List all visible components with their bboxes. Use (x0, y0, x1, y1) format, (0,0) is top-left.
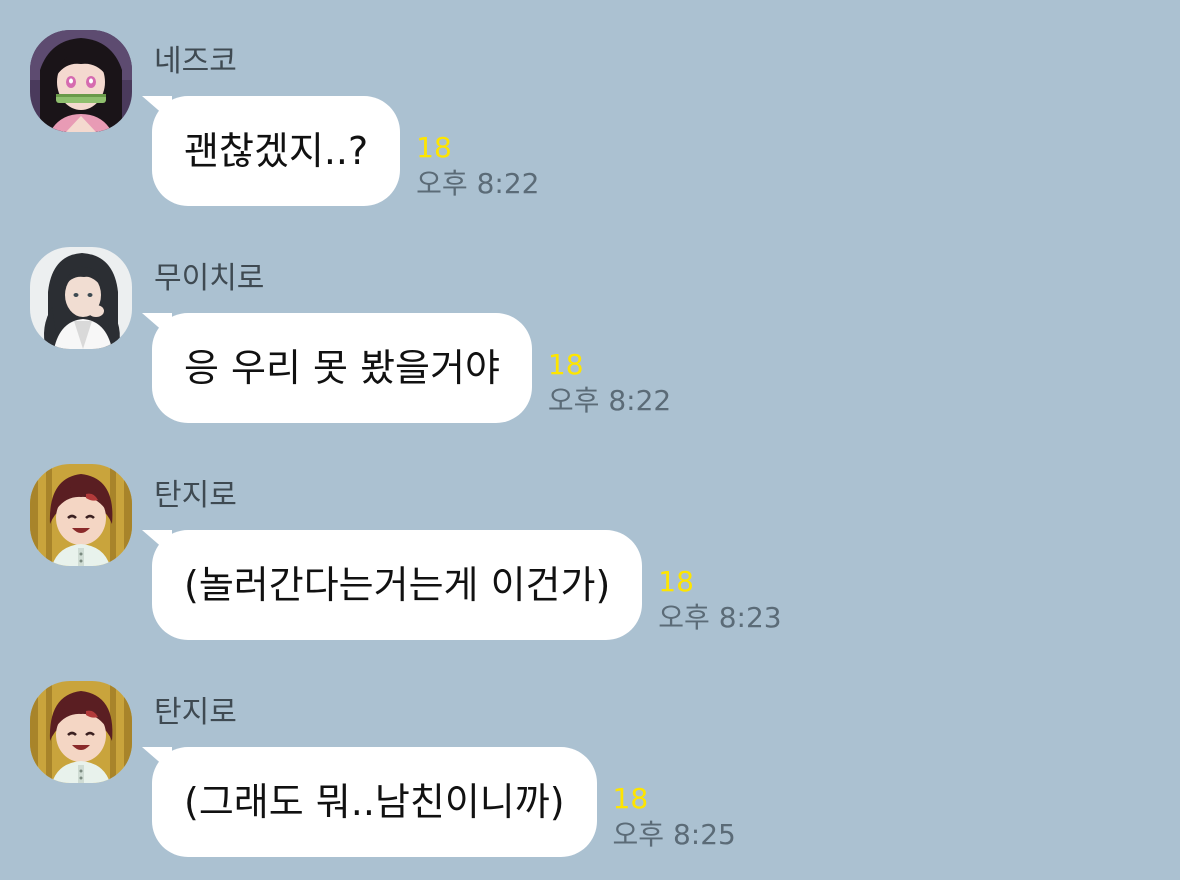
message-time: 오후 8:22 (416, 167, 540, 200)
message-row: (놀러간다는거는게 이건가) 18 오후 8:23 (142, 530, 782, 640)
message-bubble[interactable]: 괜찮겠지..? (152, 96, 401, 206)
sender-name: 탄지로 (154, 478, 237, 513)
unread-count: 18 (612, 782, 649, 815)
sender-name: 네즈코 (154, 44, 237, 79)
chat-message: 네즈코 괜찮겠지..? 18 오후 8:22 (0, 0, 1180, 206)
tanjiro-avatar[interactable] (30, 681, 132, 783)
message-text: 응 우리 못 봤을거야 (184, 346, 500, 390)
message-text: 괜찮겠지..? (184, 129, 369, 173)
message-time: 오후 8:25 (612, 818, 736, 851)
message-row: 괜찮겠지..? 18 오후 8:22 (142, 96, 539, 206)
message-bubble[interactable]: 응 우리 못 봤을거야 (152, 313, 532, 423)
tanjiro-avatar-image (30, 681, 132, 783)
message-text: (놀러간다는거는게 이건가) (184, 563, 611, 607)
chat-message: 탄지로 (그래도 뭐..남친이니까) 18 오후 8:25 (0, 651, 1180, 857)
message-row: 응 우리 못 봤을거야 18 오후 8:22 (142, 313, 671, 423)
message-bubble[interactable]: (놀러간다는거는게 이건가) (152, 530, 643, 640)
sender-name: 무이치로 (154, 261, 265, 296)
nezuko-avatar[interactable] (30, 30, 132, 132)
message-text: (그래도 뭐..남친이니까) (184, 780, 565, 824)
message-meta: 18 오후 8:22 (548, 347, 671, 419)
chat-message: 탄지로 (놀러간다는거는게 이건가) 18 오후 8:23 (0, 434, 1180, 640)
message-meta: 18 오후 8:23 (658, 564, 781, 636)
muichiro-avatar[interactable] (30, 247, 132, 349)
message-time: 오후 8:22 (547, 384, 672, 417)
unread-count: 18 (658, 565, 694, 598)
nezuko-avatar-image (30, 30, 132, 132)
message-meta: 18 오후 8:25 (613, 781, 736, 853)
sender-name: 탄지로 (154, 695, 237, 730)
message-meta: 18 오후 8:22 (416, 130, 539, 202)
chat-message: 무이치로 응 우리 못 봤을거야 18 오후 8:22 (0, 217, 1180, 423)
tanjiro-avatar-image (30, 464, 132, 566)
muichiro-avatar-image (30, 247, 132, 349)
message-time: 오후 8:23 (658, 601, 782, 634)
unread-count: 18 (547, 348, 584, 381)
unread-count: 18 (416, 131, 452, 164)
message-row: (그래도 뭐..남친이니까) 18 오후 8:25 (142, 747, 736, 857)
message-bubble[interactable]: (그래도 뭐..남친이니까) (152, 747, 597, 857)
chat-message-list[interactable]: 네즈코 괜찮겠지..? 18 오후 8:22 무이치로 응 우리 못 봤을거야 … (0, 0, 1180, 880)
tanjiro-avatar[interactable] (30, 464, 132, 566)
